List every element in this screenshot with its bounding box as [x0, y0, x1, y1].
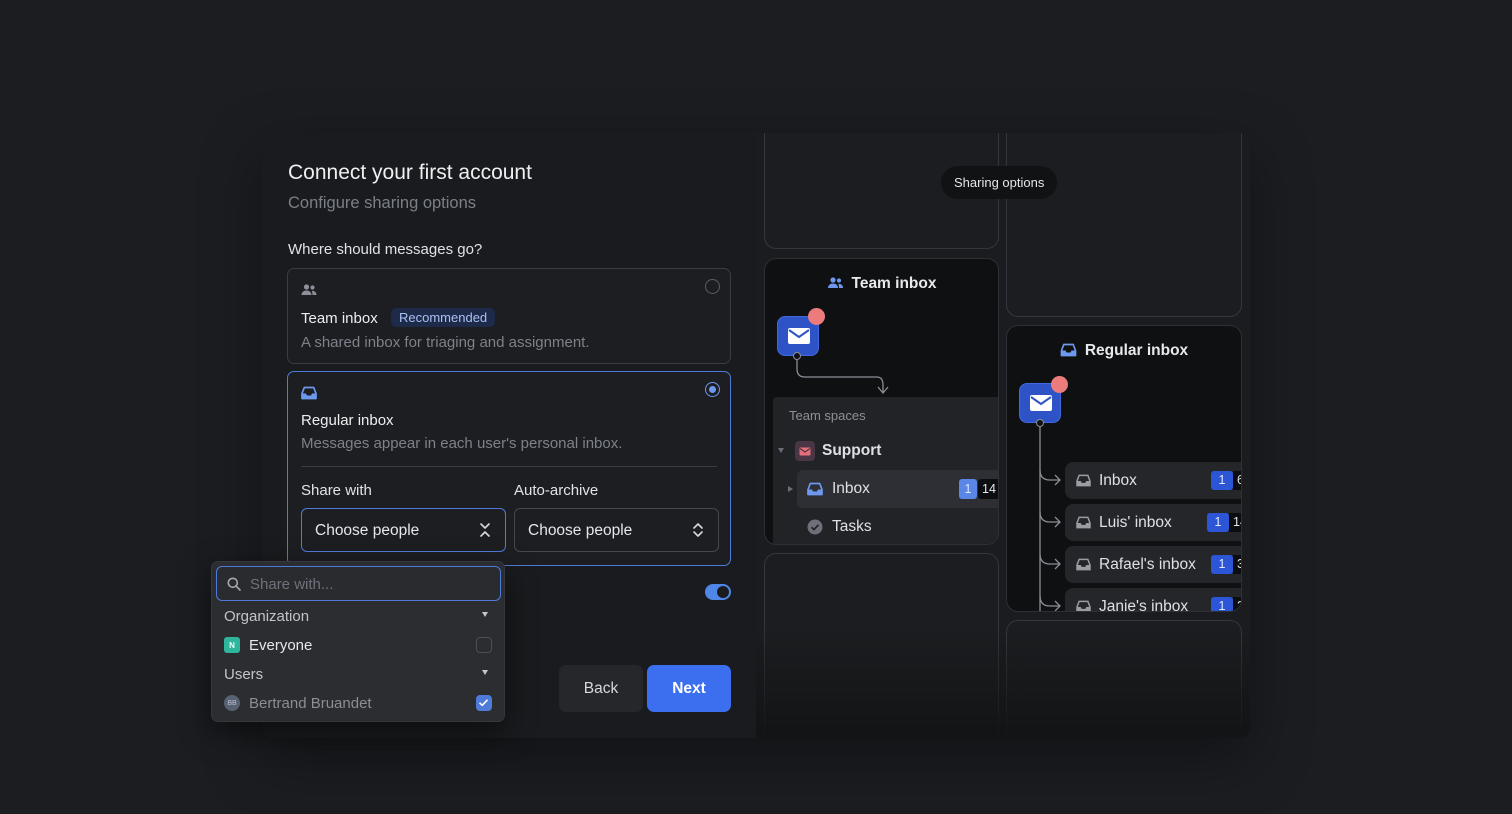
- bottom-fade: [756, 628, 1250, 738]
- team-inbox-card: Team inbox Team spaces Support Inbox 1 1…: [764, 258, 999, 545]
- regular-card-title: Regular inbox: [1084, 342, 1189, 359]
- unread-count: 1: [1211, 555, 1233, 574]
- inbox-icon: [301, 386, 319, 402]
- auto-archive-label: Auto-archive: [514, 482, 599, 499]
- row-label: Inbox: [832, 480, 870, 497]
- regular-inbox-option[interactable]: Regular inbox Messages appear in each us…: [287, 371, 731, 566]
- inbox-label: Janie's inbox: [1099, 598, 1189, 612]
- regular-inbox-radio[interactable]: [705, 382, 720, 397]
- divider: [301, 466, 717, 467]
- placeholder-card: [1006, 133, 1242, 317]
- card-title: Team inbox: [765, 275, 998, 293]
- support-space-label: Support: [822, 442, 882, 459]
- row-label: Tasks: [832, 518, 872, 535]
- org-avatar: N: [224, 637, 240, 653]
- share-with-dropdown: Organization N Everyone Users BB Bertran…: [211, 561, 505, 722]
- search-icon: [227, 577, 241, 591]
- auto-archive-value: Choose people: [528, 522, 633, 539]
- users-icon: [301, 283, 319, 299]
- unread-count: 1: [959, 479, 977, 499]
- unread-count: 1: [1207, 513, 1229, 532]
- notification-dot: [808, 308, 825, 325]
- inbox-chip: Rafael's inbox 1 3: [1065, 546, 1241, 583]
- inbox-icon: [1076, 516, 1091, 529]
- option-label: Bertrand Bruandet: [249, 694, 372, 712]
- inbox-icon: [1076, 558, 1091, 571]
- inbox-label: Rafael's inbox: [1099, 556, 1196, 573]
- team-inbox-radio[interactable]: [705, 279, 720, 294]
- organization-group-header[interactable]: Organization: [224, 603, 492, 629]
- check-icon: [478, 699, 489, 707]
- option-description: Messages appear in each user's personal …: [301, 435, 623, 452]
- auto-archive-select[interactable]: Choose people: [514, 508, 719, 552]
- page-title: Connect your first account: [288, 161, 532, 184]
- total-count: 3: [1233, 555, 1241, 574]
- back-button[interactable]: Back: [559, 665, 643, 712]
- users-icon: [827, 277, 843, 288]
- notification-dot: [1051, 376, 1068, 393]
- page-subtitle: Configure sharing options: [288, 194, 477, 212]
- support-space: Support: [795, 441, 881, 461]
- user-checkbox[interactable]: [476, 695, 492, 711]
- unread-count: 1: [1211, 471, 1233, 490]
- destination-question: Where should messages go?: [288, 241, 483, 258]
- caret-right-icon: [788, 486, 793, 492]
- next-button[interactable]: Next: [647, 665, 731, 712]
- total-count: 6: [1233, 471, 1241, 490]
- collapse-chevrons-icon: [480, 523, 490, 537]
- regular-inbox-card: Regular inbox Inbox 1 6 L: [1006, 325, 1242, 612]
- group-label: Organization: [224, 607, 310, 625]
- user-option[interactable]: BB Bertrand Bruandet: [224, 690, 492, 716]
- team-card-title: Team inbox: [851, 275, 937, 292]
- option-label: Everyone: [249, 636, 313, 654]
- sharing-illustration: Sharing options Team inbox Team spaces S…: [756, 133, 1250, 738]
- share-with-select[interactable]: Choose people: [301, 508, 506, 552]
- team-inbox-option[interactable]: Team inbox Recommended A shared inbox fo…: [287, 268, 731, 364]
- card-title: Regular inbox: [1007, 342, 1241, 360]
- sharing-options-pill: Sharing options: [941, 166, 1058, 199]
- inbox-label: Luis' inbox: [1099, 514, 1172, 531]
- caret-down-icon: [482, 612, 488, 617]
- share-search-input[interactable]: [250, 574, 490, 594]
- option-title: Regular inbox: [301, 412, 394, 429]
- inbox-chip: Inbox 1 6: [1065, 462, 1241, 499]
- option-description: A shared inbox for triaging and assignme…: [301, 334, 590, 351]
- recommended-badge: Recommended: [391, 308, 496, 327]
- unread-count: 1: [1211, 597, 1233, 611]
- everyone-checkbox[interactable]: [476, 637, 492, 653]
- total-count: 2: [1233, 597, 1241, 611]
- inbox-icon: [1076, 600, 1091, 611]
- total-count: 14: [978, 479, 998, 499]
- caret-down-icon: [778, 448, 784, 453]
- inbox-icon: [807, 482, 823, 496]
- share-with-label: Share with: [301, 482, 372, 499]
- inbox-chip: Janie's inbox 1 2: [1065, 588, 1241, 612]
- team-spaces-panel: Team spaces Support Inbox 1 14 Tasks: [773, 397, 998, 544]
- group-label: Users: [224, 665, 264, 683]
- caret-down-icon: [482, 670, 488, 675]
- everyone-option[interactable]: N Everyone: [224, 632, 492, 658]
- connector-arrow: [796, 359, 889, 395]
- share-with-value: Choose people: [315, 522, 420, 539]
- team-spaces-label: Team spaces: [789, 408, 866, 423]
- team-inbox-row: Inbox: [807, 480, 870, 498]
- inbox-icon: [1060, 343, 1077, 357]
- inbox-label: Inbox: [1099, 472, 1137, 489]
- share-search-box[interactable]: [216, 566, 501, 601]
- total-count: 14: [1229, 513, 1241, 532]
- users-group-header[interactable]: Users: [224, 661, 492, 687]
- inbox-icon: [1076, 474, 1091, 487]
- setting-toggle[interactable]: [705, 584, 731, 600]
- tasks-row: Tasks: [807, 518, 872, 536]
- check-circle-icon: [807, 519, 823, 535]
- user-avatar: BB: [224, 695, 240, 711]
- inbox-chip: Luis' inbox 1 14: [1065, 504, 1241, 541]
- expand-chevrons-icon: [693, 523, 703, 537]
- option-title: Team inbox: [301, 310, 378, 327]
- support-space-icon: [795, 441, 815, 461]
